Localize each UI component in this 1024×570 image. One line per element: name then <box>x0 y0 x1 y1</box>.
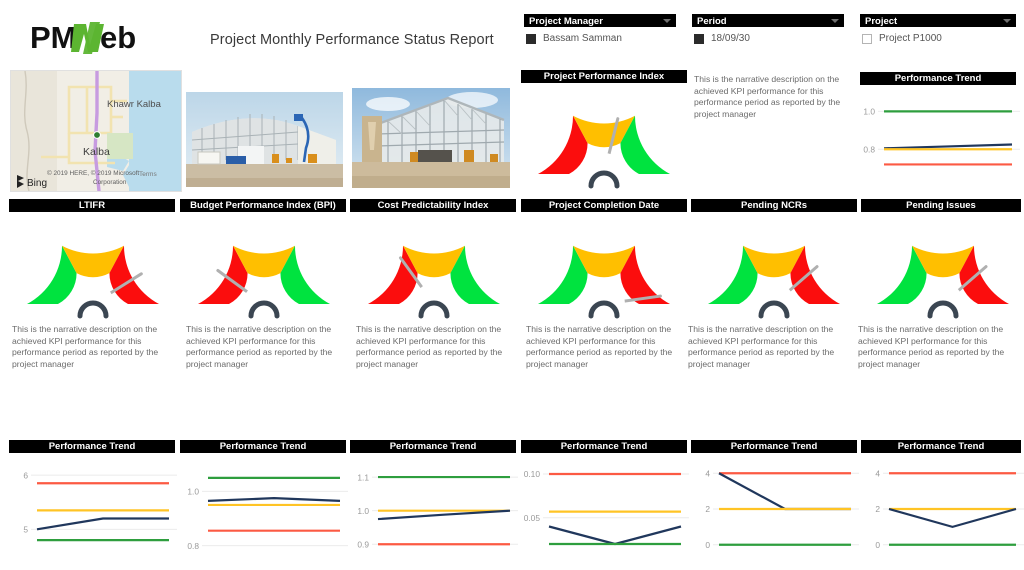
narrative-project-performance-index: This is the narrative description on the… <box>694 74 841 119</box>
svg-text:© 2019 HERE, © 2019 Microsoft: © 2019 HERE, © 2019 Microsoft <box>47 169 139 177</box>
gauge-pending-issues[interactable] <box>862 216 1024 320</box>
chart-ltifr-trend[interactable]: 65 <box>7 455 177 567</box>
gauge-project-completion[interactable] <box>523 216 685 320</box>
svg-text:0.8: 0.8 <box>863 144 875 154</box>
panel-header-project-performance-index: Project Performance Index <box>521 70 687 83</box>
narrative-pending-issues: This is the narrative description on the… <box>858 324 1005 369</box>
svg-text:2: 2 <box>705 504 710 514</box>
slicer-option[interactable]: Bassam Samman <box>524 33 676 44</box>
slicer-header[interactable]: Project <box>860 14 1016 27</box>
svg-text:eb: eb <box>100 20 136 55</box>
chart-issues-trend[interactable]: 4 2 0 <box>859 455 1024 567</box>
slicer-project-manager[interactable]: Project Manager Bassam Samman <box>524 14 676 44</box>
chevron-down-icon[interactable] <box>663 19 671 23</box>
panel-header-trend-ncrs: Performance Trend <box>691 440 857 453</box>
panel-header-pending-issues: Pending Issues <box>861 199 1021 212</box>
location-map[interactable]: Khawr Kalba Kalba Terms Bing © 2019 HERE… <box>10 70 182 192</box>
svg-text:Kalba: Kalba <box>83 146 110 158</box>
slicer-option[interactable]: Project P1000 <box>860 33 1016 44</box>
checkbox-checked[interactable] <box>526 33 536 44</box>
panel-header-bpi: Budget Performance Index (BPI) <box>180 199 346 212</box>
chart-ncrs-trend[interactable]: 4 2 0 <box>689 455 859 567</box>
slicer-option-label: 18/09/30 <box>711 33 750 44</box>
slicer-label: Project <box>865 16 898 27</box>
checkbox-unchecked[interactable] <box>862 33 872 44</box>
svg-text:4: 4 <box>705 468 710 478</box>
panel-header-trend-issues: Performance Trend <box>861 440 1021 453</box>
report-page: PM eb Project Monthly Performance Status… <box>0 0 1024 570</box>
chart-cpi-trend[interactable]: 1.1 1.0 0.9 <box>348 455 518 567</box>
slicer-period[interactable]: Period 18/09/30 <box>692 14 844 44</box>
svg-text:4: 4 <box>875 468 880 478</box>
chevron-down-icon[interactable] <box>1003 19 1011 23</box>
chart-pps-trend[interactable]: 1.0 0.8 <box>858 88 1020 188</box>
panel-header-ltifr: LTIFR <box>9 199 175 212</box>
svg-text:0.8: 0.8 <box>187 541 199 551</box>
svg-text:6: 6 <box>23 470 28 480</box>
slicer-option[interactable]: 18/09/30 <box>692 33 844 44</box>
chevron-down-icon[interactable] <box>831 19 839 23</box>
slicer-label: Project Manager <box>529 16 603 27</box>
slicer-header[interactable]: Period <box>692 14 844 27</box>
gauge-pending-ncrs[interactable] <box>693 216 855 320</box>
site-photo-1 <box>186 92 343 187</box>
slicer-label: Period <box>697 16 727 27</box>
svg-text:Corporation: Corporation <box>93 179 127 186</box>
svg-text:5: 5 <box>23 525 28 535</box>
slicer-option-label: Project P1000 <box>879 33 942 44</box>
pmweb-logo: PM eb <box>30 18 175 58</box>
svg-text:1.0: 1.0 <box>357 506 369 516</box>
checkbox-checked[interactable] <box>694 33 704 44</box>
narrative-project-completion: This is the narrative description on the… <box>526 324 673 369</box>
svg-text:PM: PM <box>30 20 77 55</box>
panel-header-trend-completion: Performance Trend <box>521 440 687 453</box>
svg-text:1.0: 1.0 <box>187 487 199 497</box>
gauge-ltifr[interactable] <box>12 216 174 320</box>
panel-header-project-completion: Project Completion Date <box>521 199 687 212</box>
slicer-header[interactable]: Project Manager <box>524 14 676 27</box>
slicer-project[interactable]: Project Project P1000 <box>860 14 1016 44</box>
svg-text:1.0: 1.0 <box>863 107 875 117</box>
slicer-option-label: Bassam Samman <box>543 33 622 44</box>
panel-header-trend-ltifr: Performance Trend <box>9 440 175 453</box>
svg-text:0.10: 0.10 <box>524 469 541 479</box>
svg-text:0: 0 <box>705 540 710 550</box>
svg-text:Khawr Kalba: Khawr Kalba <box>107 99 162 110</box>
site-photo-2 <box>352 88 510 188</box>
panel-header-trend-bpi: Performance Trend <box>180 440 346 453</box>
narrative-bpi: This is the narrative description on the… <box>186 324 333 369</box>
svg-text:2: 2 <box>875 504 880 514</box>
panel-header-performance-trend: Performance Trend <box>860 72 1016 85</box>
narrative-ltifr: This is the narrative description on the… <box>12 324 159 369</box>
svg-text:Terms: Terms <box>139 171 157 178</box>
gauge-cost-predictability[interactable] <box>353 216 515 320</box>
narrative-pending-ncrs: This is the narrative description on the… <box>688 324 835 369</box>
panel-header-trend-cpi: Performance Trend <box>350 440 516 453</box>
narrative-cost-predictability: This is the narrative description on the… <box>356 324 503 369</box>
svg-text:0: 0 <box>875 540 880 550</box>
chart-bpi-trend[interactable]: 1.0 0.8 <box>178 455 348 567</box>
gauge-project-performance-index[interactable] <box>523 86 685 190</box>
svg-text:0.05: 0.05 <box>524 513 541 523</box>
svg-text:Bing: Bing <box>27 178 47 189</box>
gauge-bpi[interactable] <box>183 216 345 320</box>
chart-completion-trend[interactable]: 0.10 0.05 <box>519 455 689 567</box>
svg-text:0.9: 0.9 <box>357 539 369 549</box>
svg-text:1.1: 1.1 <box>357 472 369 482</box>
panel-header-pending-ncrs: Pending NCRs <box>691 199 857 212</box>
panel-header-cost-predictability: Cost Predictability Index <box>350 199 516 212</box>
page-title: Project Monthly Performance Status Repor… <box>210 32 494 48</box>
